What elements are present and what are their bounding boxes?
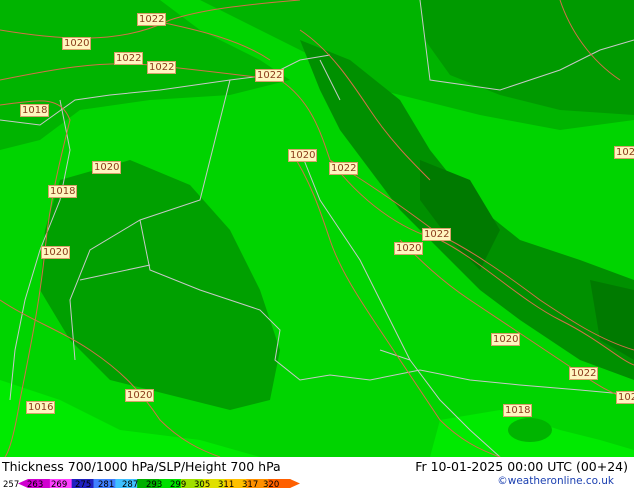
forecast-datetime: Fr 10-01-2025 00:00 UTC (00+24) [415,459,628,474]
isobar-label: 1020 [394,242,424,255]
scale-tick-label: 269 [51,480,68,490]
isobar-label: 1022 [114,52,144,65]
scale-tick-label: 257 [3,480,20,490]
isobar-label: 1022 [569,367,599,380]
isobar-label: 1020 [62,37,92,50]
scale-tick-label: 287 [122,480,139,490]
scale-tick-label: 305 [194,480,211,490]
scale-tick-label: 299 [170,480,187,490]
scale-tick-label: 317 [242,480,259,490]
isobar-label: 1022 [329,162,359,175]
isobar-label: 1022 [147,61,177,74]
scale-tick-label: 293 [146,480,163,490]
scale-arrow-right [290,479,300,488]
isobar-label: 1018 [503,404,533,417]
scale-tick-label: 263 [27,480,44,490]
isobar-label: 1018 [20,104,50,117]
isobar-label: 1022 [255,69,285,82]
map-footer: Thickness 700/1000 hPa/SLP/Height 700 hP… [0,457,634,490]
credit-link[interactable]: ©weatheronline.co.uk [497,475,614,487]
thickness-cell-south [508,418,552,442]
scale-tick-label: 275 [75,480,92,490]
isobar-label: 1020 [288,149,318,162]
scale-tick-label: 281 [98,480,115,490]
isobar-label: 1022 [137,13,167,26]
scale-tick-label: 311 [218,480,235,490]
isobar-label: 1020 [92,161,122,174]
isobar-label: 1018 [48,185,78,198]
isobar-label: 102 [614,146,634,159]
isobar-label: 1020 [125,389,155,402]
isobar-label: 1020 [491,333,521,346]
weather-map: 1022 1020 1022 1022 1022 1018 1020 1020 … [0,0,634,457]
isobar-label: 102 [616,391,634,404]
map-canvas [0,0,634,457]
isobar-label: 1016 [26,401,56,414]
scale-tick-label: 320 [263,480,280,490]
map-title: Thickness 700/1000 hPa/SLP/Height 700 hP… [2,459,281,474]
isobar-label: 1022 [422,228,452,241]
isobar-label: 1020 [41,246,71,259]
